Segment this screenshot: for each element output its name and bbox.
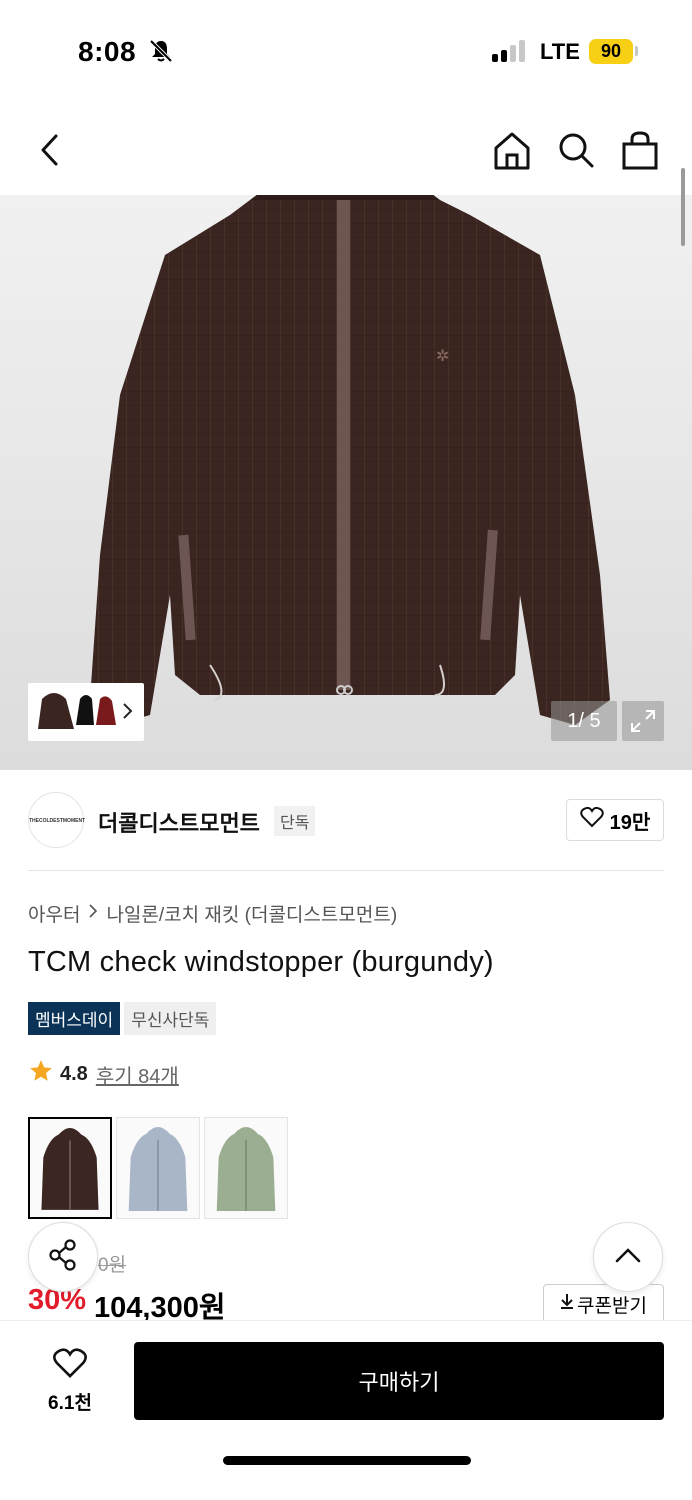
color-option-blue[interactable] bbox=[116, 1117, 200, 1219]
search-icon[interactable] bbox=[556, 130, 596, 177]
status-time: 8:08 bbox=[78, 36, 137, 67]
breadcrumb-subcategory[interactable]: 나일론/코치 재킷 (더콜디스트모먼트) bbox=[106, 900, 397, 927]
product-badges: 멤버스데이 무신사단독 bbox=[28, 1002, 217, 1035]
color-option-burgundy[interactable] bbox=[28, 1117, 112, 1219]
home-indicator[interactable] bbox=[223, 1456, 471, 1465]
brand-name[interactable]: 더콜디스트모먼트 bbox=[98, 806, 260, 838]
color-options bbox=[28, 1117, 288, 1219]
exclusive-badge: 무신사단독 bbox=[124, 1002, 217, 1035]
coupon-label: 쿠폰받기 bbox=[577, 1295, 647, 1317]
scroll-top-button[interactable] bbox=[593, 1222, 663, 1292]
product-image-gallery[interactable]: ✲ 1/ 5 bbox=[0, 195, 692, 770]
membersday-badge: 멤버스데이 bbox=[28, 1002, 121, 1035]
share-icon bbox=[46, 1238, 80, 1277]
svg-text:✲: ✲ bbox=[436, 346, 449, 365]
divider bbox=[28, 870, 664, 871]
star-icon bbox=[28, 1058, 54, 1090]
jacket-thumb bbox=[216, 1127, 276, 1211]
chevron-right-icon[interactable] bbox=[122, 701, 134, 726]
status-bar: 8:08 LTE 90 bbox=[0, 0, 692, 100]
chevron-right-icon bbox=[88, 903, 98, 925]
bell-muted-icon bbox=[148, 38, 174, 69]
brand-like-count: 19만 bbox=[609, 811, 651, 834]
breadcrumb: 아우터 나일론/코치 재킷 (더콜디스트모먼트) bbox=[28, 900, 397, 927]
wishlist-button[interactable]: 6.1천 bbox=[32, 1347, 108, 1415]
scrollbar[interactable] bbox=[681, 168, 685, 246]
jacket-thumb bbox=[128, 1127, 188, 1211]
battery-tip bbox=[635, 46, 638, 56]
chevron-up-icon bbox=[614, 1246, 642, 1269]
signal-icon bbox=[492, 40, 525, 62]
share-button[interactable] bbox=[28, 1222, 98, 1292]
color-option-green[interactable] bbox=[204, 1117, 288, 1219]
reviews-link[interactable]: 후기 84개 bbox=[96, 1060, 179, 1089]
download-icon bbox=[560, 1293, 574, 1315]
product-title: TCM check windstopper (burgundy) bbox=[28, 946, 494, 978]
rating-row: 4.8 후기 84개 bbox=[28, 1058, 179, 1090]
thumbnail-images bbox=[38, 693, 116, 729]
chevron-left-icon[interactable] bbox=[36, 130, 64, 175]
top-nav bbox=[0, 110, 692, 190]
battery-icon: 90 bbox=[589, 39, 633, 64]
buy-button[interactable]: 구매하기 bbox=[134, 1342, 664, 1420]
heart-icon bbox=[52, 1348, 88, 1383]
jacket-thumb bbox=[41, 1128, 99, 1210]
brand-like-button[interactable]: 19만 bbox=[566, 799, 664, 841]
breadcrumb-category[interactable]: 아우터 bbox=[28, 900, 80, 927]
thumbnail-strip[interactable] bbox=[28, 683, 144, 741]
network-label: LTE bbox=[540, 39, 580, 64]
exclusive-tag: 단독 bbox=[274, 806, 316, 836]
bottom-action-bar: 6.1천 구매하기 bbox=[0, 1320, 692, 1500]
expand-icon[interactable] bbox=[622, 701, 664, 741]
wishlist-count: 6.1천 bbox=[48, 1393, 92, 1414]
rating-score: 4.8 bbox=[60, 1062, 88, 1085]
original-price: 0원 bbox=[98, 1255, 127, 1276]
coupon-button[interactable]: 쿠폰받기 bbox=[543, 1284, 664, 1324]
image-counter: 1/ 5 bbox=[551, 701, 617, 741]
brand-row: THECOLDESTMOMENT 더콜디스트모먼트 단독 19만 bbox=[28, 790, 664, 852]
heart-icon bbox=[579, 806, 604, 834]
home-icon[interactable] bbox=[492, 130, 532, 177]
brand-logo[interactable]: THECOLDESTMOMENT bbox=[28, 792, 85, 848]
shopping-bag-icon[interactable] bbox=[620, 130, 660, 177]
